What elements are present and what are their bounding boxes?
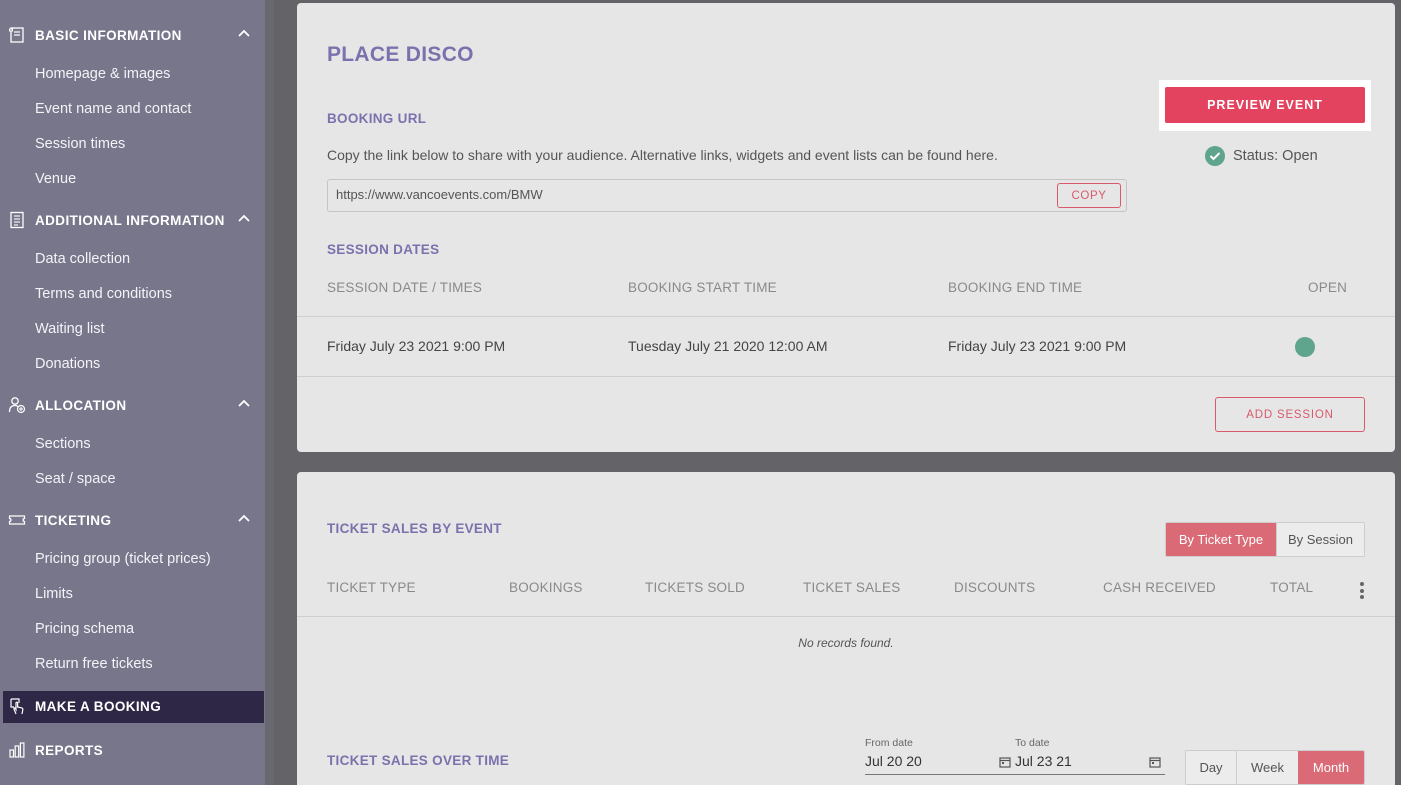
period-toggle: Day Week Month: [1185, 750, 1365, 785]
from-date-value: Jul 20 20: [865, 753, 922, 769]
sidebar-item-session-times[interactable]: Session times: [35, 136, 125, 152]
column-header-ticket-type: TICKET TYPE: [327, 580, 416, 595]
column-header-booking-start: BOOKING START TIME: [628, 280, 777, 295]
nav-make-a-booking[interactable]: MAKE A BOOKING: [0, 691, 265, 721]
table-row[interactable]: Friday July 23 2021 9:00 PM Tuesday July…: [297, 317, 1395, 376]
toggle-by-session[interactable]: By Session: [1276, 523, 1364, 556]
sidebar-item-sections[interactable]: Sections: [35, 436, 91, 452]
booking-url-input[interactable]: [336, 187, 1036, 202]
sidebar-item-homepage-images[interactable]: Homepage & images: [35, 66, 170, 82]
sidebar-item-data-collection[interactable]: Data collection: [35, 251, 130, 267]
sidebar-item-pricing-schema[interactable]: Pricing schema: [35, 621, 134, 637]
divider: [297, 376, 1395, 377]
nav-group-label: ALLOCATION: [35, 397, 127, 413]
sidebar: BASIC INFORMATION Homepage & images Even…: [0, 0, 265, 785]
sidebar-item-waiting-list[interactable]: Waiting list: [35, 321, 105, 337]
event-status: Status: Open: [1205, 146, 1318, 166]
event-status-text: Status: Open: [1233, 148, 1318, 164]
column-header-session-date: SESSION DATE / TIMES: [327, 280, 483, 295]
ticket-sales-over-time-heading: TICKET SALES OVER TIME: [327, 753, 510, 768]
nav-group-allocation[interactable]: ALLOCATION: [0, 390, 265, 420]
user-add-icon: [8, 397, 26, 414]
sidebar-item-event-name-contact[interactable]: Event name and contact: [35, 101, 191, 117]
check-circle-icon: [1205, 146, 1225, 166]
document-icon: [10, 211, 24, 229]
calendar-icon[interactable]: [999, 756, 1011, 768]
to-date-label: To date: [1015, 737, 1050, 749]
nav-group-label: ADDITIONAL INFORMATION: [35, 212, 225, 228]
toggle-by-ticket-type[interactable]: By Ticket Type: [1166, 523, 1276, 556]
from-date-field[interactable]: From date Jul 20 20: [865, 737, 1015, 775]
to-date-value: Jul 23 21: [1015, 753, 1072, 769]
event-overview-card: PLACE DISCO BOOKING URL Copy the link be…: [297, 3, 1395, 452]
preview-event-highlight: PREVIEW EVENT: [1159, 80, 1371, 131]
booking-url-field: COPY: [327, 179, 1127, 212]
empty-state-text: No records found.: [798, 636, 894, 650]
chevron-up-icon[interactable]: [237, 213, 251, 223]
add-session-button[interactable]: ADD SESSION: [1215, 397, 1365, 432]
booking-url-description: Copy the link below to share with your a…: [327, 147, 998, 163]
sidebar-item-limits[interactable]: Limits: [35, 586, 73, 602]
sidebar-item-donations[interactable]: Donations: [35, 356, 100, 372]
column-header-discounts: DISCOUNTS: [954, 580, 1036, 595]
nav-group-label: TICKETING: [35, 512, 112, 528]
chevron-up-icon[interactable]: [237, 513, 251, 523]
session-dates-heading: SESSION DATES: [327, 242, 440, 257]
event-title: PLACE DISCO: [327, 43, 474, 66]
nav-item-label: MAKE A BOOKING: [35, 698, 162, 714]
nav-group-label: BASIC INFORMATION: [35, 27, 182, 43]
column-header-tickets-sold: TICKETS SOLD: [645, 580, 745, 595]
booking-end-cell: Friday July 23 2021 9:00 PM: [948, 338, 1127, 354]
booking-url-heading: BOOKING URL: [327, 111, 427, 126]
nav-group-basic-information[interactable]: BASIC INFORMATION: [0, 20, 265, 50]
ticket-icon: [8, 515, 26, 525]
column-header-bookings: BOOKINGS: [509, 580, 583, 595]
sidebar-divider: [265, 0, 274, 785]
column-header-ticket-sales: TICKET SALES: [803, 580, 901, 595]
hand-pointer-icon: [10, 698, 24, 715]
nav-group-ticketing[interactable]: TICKETING: [0, 505, 265, 535]
open-status-indicator[interactable]: [1295, 337, 1315, 357]
preview-event-button[interactable]: PREVIEW EVENT: [1165, 87, 1365, 123]
sidebar-item-pricing-group[interactable]: Pricing group (ticket prices): [35, 551, 211, 567]
nav-item-label: REPORTS: [35, 742, 104, 758]
sidebar-item-seat-space[interactable]: Seat / space: [35, 471, 116, 487]
calendar-icon[interactable]: [1149, 756, 1161, 768]
period-week[interactable]: Week: [1236, 751, 1298, 784]
ticket-sales-view-toggle: By Ticket Type By Session: [1165, 522, 1365, 557]
column-header-booking-end: BOOKING END TIME: [948, 280, 1083, 295]
sidebar-item-venue[interactable]: Venue: [35, 171, 76, 187]
nav-reports[interactable]: REPORTS: [0, 735, 265, 765]
chevron-up-icon[interactable]: [237, 28, 251, 38]
ticket-sales-card: TICKET SALES BY EVENT By Ticket Type By …: [297, 472, 1395, 785]
ticket-sales-by-event-heading: TICKET SALES BY EVENT: [327, 521, 502, 536]
period-day[interactable]: Day: [1186, 751, 1236, 784]
sidebar-item-terms-conditions[interactable]: Terms and conditions: [35, 286, 172, 302]
to-date-field[interactable]: To date Jul 23 21: [1015, 737, 1165, 775]
bar-chart-icon: [9, 742, 25, 758]
booking-start-cell: Tuesday July 21 2020 12:00 AM: [628, 338, 828, 354]
more-options-icon[interactable]: [1360, 582, 1364, 602]
period-month[interactable]: Month: [1298, 751, 1364, 784]
nav-group-additional-information[interactable]: ADDITIONAL INFORMATION: [0, 205, 265, 235]
copy-url-button[interactable]: COPY: [1057, 183, 1121, 208]
sidebar-item-return-free-tickets[interactable]: Return free tickets: [35, 656, 153, 672]
column-header-total: TOTAL: [1270, 580, 1314, 595]
from-date-label: From date: [865, 737, 913, 749]
column-header-open: OPEN: [1308, 280, 1348, 295]
session-date-cell: Friday July 23 2021 9:00 PM: [327, 338, 506, 354]
form-icon: [9, 27, 24, 43]
column-header-cash-received: CASH RECEIVED: [1103, 580, 1216, 595]
chevron-up-icon[interactable]: [237, 398, 251, 408]
divider: [297, 616, 1395, 617]
